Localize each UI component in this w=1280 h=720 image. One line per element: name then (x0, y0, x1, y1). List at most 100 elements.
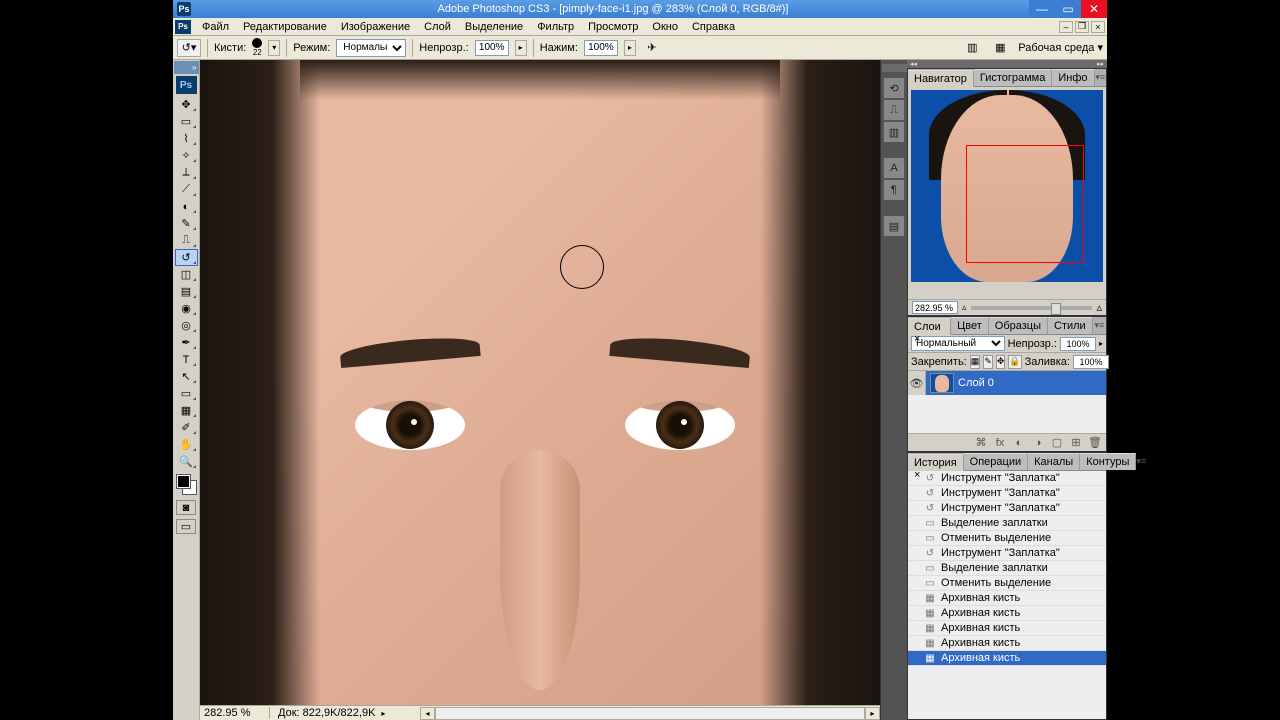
opacity-input[interactable] (475, 40, 509, 56)
bridge-icon[interactable]: ▦ (990, 39, 1010, 57)
scroll-left-button[interactable]: ◂ (420, 707, 435, 720)
adjust-layer-icon[interactable]: ◑ (1031, 436, 1045, 449)
dock-para-icon[interactable]: ¶ (883, 179, 905, 201)
eyedrop-tool[interactable]: ✐ (175, 419, 198, 436)
blur-tool[interactable]: ◉ (175, 300, 198, 317)
menu-изображение[interactable]: Изображение (334, 20, 417, 34)
link-layers-icon[interactable]: ⌘ (974, 436, 988, 449)
history-brush-tool[interactable]: ↺ (175, 249, 198, 266)
path-tool[interactable]: ↖ (175, 368, 198, 385)
menu-просмотр[interactable]: Просмотр (581, 20, 645, 34)
history-row[interactable]: ▭Выделение заплатки (908, 516, 1106, 531)
dock-layercomp-icon[interactable]: ▤ (883, 215, 905, 237)
menu-редактирование[interactable]: Редактирование (236, 20, 334, 34)
dock-header[interactable] (882, 64, 907, 72)
history-row[interactable]: ▭Выделение заплатки (908, 561, 1106, 576)
minimize-button[interactable]: — (1029, 0, 1055, 18)
tab-история[interactable]: История × (908, 454, 964, 471)
layer-row[interactable]: 👁 Слой 0 (908, 371, 1106, 395)
menu-слой[interactable]: Слой (417, 20, 458, 34)
panel-menu-icon[interactable]: ▾≡ (1093, 317, 1106, 334)
history-row[interactable]: ▦Архивная кисть (908, 606, 1106, 621)
workspace-menu[interactable]: Рабочая среда ▾ (1018, 41, 1103, 54)
tab-контуры[interactable]: Контуры (1080, 453, 1136, 470)
gradient-tool[interactable]: ▤ (175, 283, 198, 300)
opacity-arrow-icon[interactable]: ▸ (515, 40, 527, 56)
layers-list[interactable]: 👁 Слой 0 (908, 371, 1106, 433)
dock-tool-presets-icon[interactable]: ▥ (883, 121, 905, 143)
history-row[interactable]: ▭Отменить выделение (908, 531, 1106, 546)
tab-каналы[interactable]: Каналы (1028, 453, 1080, 470)
lasso-tool[interactable]: ⌇ (175, 130, 198, 147)
doc-close-button[interactable]: × (1091, 21, 1105, 33)
panel-menu-icon[interactable]: ▾≡ (1136, 453, 1146, 470)
history-list[interactable]: ↺Инструмент "Заплатка" ↺Инструмент "Запла… (908, 471, 1106, 719)
pen-tool[interactable]: ✒ (175, 334, 198, 351)
menu-файл[interactable]: Файл (195, 20, 236, 34)
document-canvas[interactable] (200, 60, 880, 705)
layer-fill-input[interactable] (1073, 355, 1109, 369)
history-row[interactable]: ↺Инструмент "Заплатка" (908, 546, 1106, 561)
move-tool[interactable]: ✥ (175, 96, 198, 113)
dock-brushes-icon[interactable]: ⟲ (883, 77, 905, 99)
layer-blend-select[interactable]: Нормальный (911, 336, 1005, 351)
visibility-icon[interactable]: 👁 (908, 371, 926, 395)
tab-инфо[interactable]: Инфо (1052, 69, 1094, 86)
dock-clone-icon[interactable]: ⎍ (883, 99, 905, 121)
brush-preview-icon[interactable] (252, 38, 262, 48)
zoom-in-icon[interactable]: ▵ (1096, 301, 1102, 314)
h-scrollbar[interactable] (435, 707, 865, 720)
eraser-tool[interactable]: ◫ (175, 266, 198, 283)
navigator-thumbnail[interactable] (911, 90, 1103, 282)
layer-opacity-input[interactable] (1060, 337, 1096, 351)
opacity-arrow-icon[interactable]: ▸ (1099, 339, 1103, 348)
status-doc-size[interactable]: Док: 822,9K/822,9K (270, 707, 375, 719)
panel-menu-icon[interactable]: ▾≡ (1095, 69, 1106, 86)
tab-стили[interactable]: Стили (1048, 317, 1093, 334)
history-row[interactable]: ▭Отменить выделение (908, 576, 1106, 591)
crop-tool[interactable]: ⟂ (175, 164, 198, 181)
menu-фильтр[interactable]: Фильтр (530, 20, 581, 34)
history-row[interactable]: ↺Инструмент "Заплатка" (908, 471, 1106, 486)
toolbox-header[interactable]: » (174, 61, 199, 74)
layer-name[interactable]: Слой 0 (958, 377, 994, 389)
flow-input[interactable] (584, 40, 618, 56)
dock-char-icon[interactable]: A (883, 157, 905, 179)
lock-pos-icon[interactable]: ✥ (996, 355, 1006, 369)
layer-mask-icon[interactable]: ◐ (1012, 436, 1026, 449)
delete-layer-icon[interactable]: 🗑 (1088, 436, 1102, 449)
history-row[interactable]: ▦Архивная кисть (908, 636, 1106, 651)
flow-arrow-icon[interactable]: ▸ (624, 40, 636, 56)
hand-tool[interactable]: ✋ (175, 436, 198, 453)
app-menu-icon[interactable]: Ps (175, 20, 191, 34)
doc-minimize-button[interactable]: – (1059, 21, 1073, 33)
menu-окно[interactable]: Окно (645, 20, 685, 34)
zoom-tool[interactable]: 🔍 (175, 453, 198, 470)
notes-tool[interactable]: ▦ (175, 402, 198, 419)
lock-all-icon[interactable]: 🔒 (1008, 355, 1021, 369)
close-button[interactable]: ✕ (1081, 0, 1107, 18)
fill-arrow-icon[interactable]: ▸ (1112, 357, 1116, 366)
zoom-out-icon[interactable]: ▵ (962, 302, 967, 313)
tab-слои[interactable]: Слои × (908, 318, 951, 335)
layer-thumbnail[interactable] (930, 373, 954, 393)
navigator-view-box[interactable] (966, 145, 1084, 263)
maximize-button[interactable]: ▭ (1055, 0, 1081, 18)
dodge-tool[interactable]: ◎ (175, 317, 198, 334)
spot-heal-tool[interactable]: ◐ (175, 198, 198, 215)
type-tool[interactable]: T (175, 351, 198, 368)
marquee-tool[interactable]: ▭ (175, 113, 198, 130)
tab-навигатор[interactable]: Навигатор × (908, 70, 974, 87)
layer-fx-icon[interactable]: fx (993, 436, 1007, 449)
history-row[interactable]: ▦Архивная кисть (908, 651, 1106, 666)
group-icon[interactable]: ▢ (1050, 436, 1064, 449)
history-row[interactable]: ▦Архивная кисть (908, 621, 1106, 636)
history-row[interactable]: ▦Архивная кисть (908, 591, 1106, 606)
navigator-zoom-slider[interactable] (971, 306, 1093, 310)
blend-mode-select[interactable]: Нормальный (336, 39, 406, 57)
tab-образцы[interactable]: Образцы (989, 317, 1048, 334)
brush-tool[interactable]: ✎ (175, 215, 198, 232)
slice-tool[interactable]: ⟋ (175, 181, 198, 198)
tab-цвет[interactable]: Цвет (951, 317, 989, 334)
airbrush-icon[interactable]: ✈ (642, 39, 662, 57)
